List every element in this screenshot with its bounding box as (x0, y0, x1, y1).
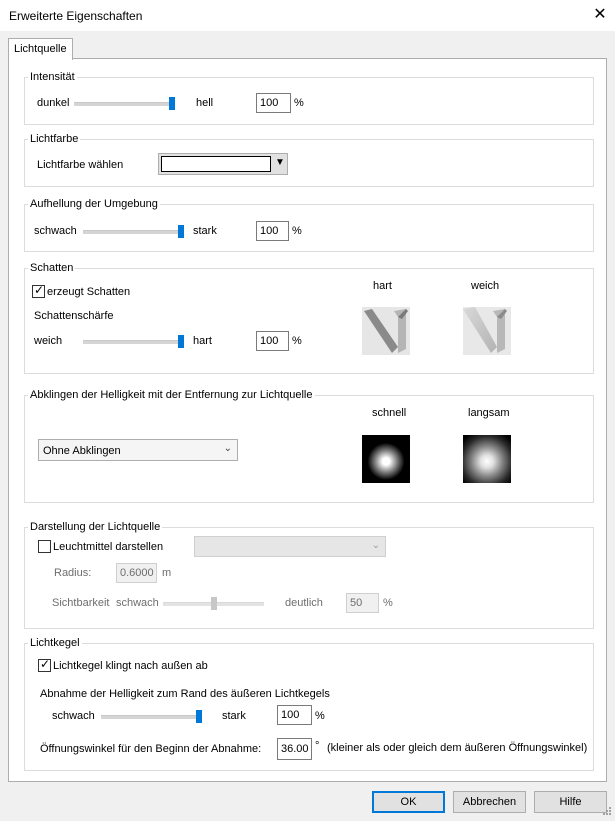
slider-left-label: weich (34, 335, 63, 347)
falloff-select-value: Ohne Abklingen (43, 445, 121, 457)
tab-label: Lichtquelle (14, 43, 67, 55)
ambient-input[interactable]: 100 (256, 221, 289, 241)
radius-input[interactable]: 0.6000 (116, 563, 157, 583)
ambient-slider-thumb[interactable] (178, 225, 184, 238)
display-checkbox-label[interactable]: Leuchtmittel darstellen (53, 541, 163, 553)
slider-left-label: schwach (52, 710, 95, 722)
unit-label: % (383, 597, 393, 609)
slider-right-label: hart (193, 335, 212, 347)
window-title: Erweiterte Eigenschaften (9, 9, 143, 23)
preview-hard-label: hart (373, 280, 392, 292)
angle-note: (kleiner als oder gleich dem äußeren Öff… (327, 742, 588, 754)
soft-shadow-preview (463, 307, 511, 355)
fast-falloff-preview (362, 435, 410, 483)
resize-grip-icon[interactable] (600, 806, 612, 818)
group-label: Aufhellung der Umgebung (28, 198, 160, 210)
cone-slider-track[interactable] (101, 715, 202, 719)
cone-falloff-label: Abnahme der Helligkeit zum Rand des äuße… (40, 688, 330, 700)
display-type-select[interactable]: ⌄ (194, 536, 386, 557)
radius-unit: m (162, 567, 172, 579)
checkmark-icon: ✓ (40, 657, 51, 671)
visibility-label: Sichtbarkeit (52, 597, 110, 609)
radius-label: Radius: (54, 567, 92, 579)
chevron-down-icon: ⌄ (371, 540, 380, 551)
slider-right-label: stark (193, 225, 217, 237)
shadow-input[interactable]: 100 (256, 331, 289, 351)
cone-checkbox[interactable]: ✓ (38, 657, 51, 672)
preview-slow-label: langsam (468, 407, 510, 419)
shadow-sharpness-label: Schattenschärfe (34, 310, 114, 322)
group-intensity (24, 77, 594, 125)
cone-checkbox-label[interactable]: Lichtkegel klingt nach außen ab (53, 660, 208, 672)
slider-right-label: stark (222, 710, 246, 722)
shadow-checkbox[interactable]: ✓ (32, 283, 45, 298)
checkmark-icon: ✓ (34, 283, 45, 297)
preview-soft-label: weich (471, 280, 500, 292)
falloff-select[interactable]: Ohne Abklingen ⌄ (38, 439, 238, 461)
ambient-slider-track[interactable] (83, 230, 184, 234)
group-label: Intensität (28, 71, 77, 83)
shadow-slider-thumb[interactable] (178, 335, 184, 348)
unit-label: % (294, 97, 304, 109)
slider-left-label: schwach (34, 225, 77, 237)
group-label: Lichtkegel (28, 637, 82, 649)
slider-right-label: deutlich (285, 597, 323, 609)
close-icon[interactable]: ✕ (590, 4, 610, 26)
angle-label: Öffnungswinkel für den Beginn der Abnahm… (40, 743, 262, 755)
tab-lichtquelle[interactable]: Lichtquelle (8, 38, 73, 60)
visibility-slider-thumb[interactable] (210, 597, 217, 610)
slider-right-label: hell (196, 97, 214, 109)
group-label: Schatten (28, 262, 76, 274)
unit-label: % (292, 335, 302, 347)
unit-label: % (292, 225, 302, 237)
intensity-slider-thumb[interactable] (169, 97, 175, 110)
color-swatch (161, 156, 271, 172)
slow-falloff-preview (463, 435, 511, 483)
group-label: Abklingen der Helligkeit mit der Entfern… (28, 389, 315, 401)
shadow-slider-track[interactable] (83, 340, 184, 344)
chevron-down-icon: ▼ (275, 157, 285, 168)
intensity-slider-track[interactable] (74, 102, 175, 106)
chevron-down-icon: ⌄ (223, 443, 232, 454)
group-ambient (24, 204, 594, 252)
cancel-button[interactable]: Abbrechen (453, 791, 526, 813)
intensity-input[interactable]: 100 (256, 93, 291, 113)
slider-left-label: dunkel (37, 97, 70, 109)
lightcolor-picker[interactable]: ▼ (158, 153, 288, 175)
shadow-checkbox-label[interactable]: erzeugt Schatten (47, 286, 130, 298)
angle-input[interactable]: 36.00 (277, 738, 312, 760)
unit-label: % (315, 710, 325, 722)
lightcolor-label: Lichtfarbe wählen (37, 159, 124, 171)
group-label: Darstellung der Lichtquelle (28, 521, 163, 533)
display-checkbox[interactable] (38, 540, 51, 553)
visibility-input[interactable]: 50 (346, 593, 379, 613)
cone-input[interactable]: 100 (277, 705, 312, 725)
hard-shadow-preview (362, 307, 410, 355)
help-button[interactable]: Hilfe (534, 791, 607, 813)
slider-left-label: schwach (116, 597, 159, 609)
angle-unit: ° (315, 740, 320, 752)
ok-button[interactable]: OK (372, 791, 445, 813)
preview-fast-label: schnell (372, 407, 407, 419)
group-label: Lichtfarbe (28, 133, 81, 145)
cone-slider-thumb[interactable] (196, 710, 202, 723)
